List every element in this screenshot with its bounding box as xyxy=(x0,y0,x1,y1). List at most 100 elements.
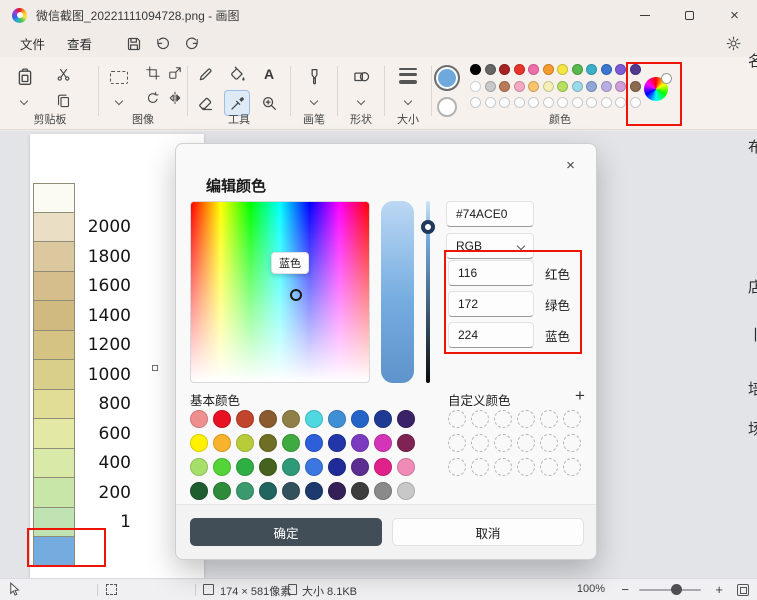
palette-color-swatch[interactable] xyxy=(542,64,554,75)
custom-color-empty-slot[interactable] xyxy=(540,410,558,428)
custom-color-empty-slot[interactable] xyxy=(494,458,512,476)
custom-color-empty-slot[interactable] xyxy=(471,410,489,428)
paste-button[interactable] xyxy=(10,62,40,92)
palette-empty-slot[interactable] xyxy=(484,97,496,108)
custom-color-empty-slot[interactable] xyxy=(563,410,581,428)
shapes-chevron-down-icon[interactable] xyxy=(356,96,366,106)
palette-color-swatch[interactable] xyxy=(513,80,525,92)
menu-file[interactable]: 文件 xyxy=(10,31,55,56)
brushes-button[interactable] xyxy=(301,63,327,89)
crop-button[interactable] xyxy=(143,63,163,83)
palette-empty-slot[interactable] xyxy=(499,97,510,108)
cancel-button[interactable]: 取消 xyxy=(392,518,584,546)
palette-empty-slot[interactable] xyxy=(586,97,597,108)
palette-color-swatch[interactable] xyxy=(615,80,626,92)
basic-color-swatch[interactable] xyxy=(374,410,392,428)
palette-color-swatch[interactable] xyxy=(571,64,583,75)
basic-color-swatch[interactable] xyxy=(397,482,415,500)
basic-color-swatch[interactable] xyxy=(236,458,254,476)
palette-color-swatch[interactable] xyxy=(528,64,539,75)
fit-to-window-button[interactable] xyxy=(737,584,749,596)
zoom-slider[interactable] xyxy=(639,584,701,595)
palette-empty-slot[interactable] xyxy=(571,97,583,108)
custom-color-empty-slot[interactable] xyxy=(517,410,535,428)
palette-color-swatch[interactable] xyxy=(586,64,597,75)
palette-color-swatch[interactable] xyxy=(600,64,612,75)
rotate-button[interactable] xyxy=(143,88,163,108)
palette-color-swatch[interactable] xyxy=(615,64,626,75)
custom-color-empty-slot[interactable] xyxy=(540,434,558,452)
hex-color-input[interactable]: #74ACE0 xyxy=(446,201,534,227)
zoom-in-button[interactable]: + xyxy=(715,582,723,597)
custom-color-empty-slot[interactable] xyxy=(563,434,581,452)
dialog-close-button[interactable]: × xyxy=(557,153,584,177)
basic-color-swatch[interactable] xyxy=(213,482,231,500)
basic-color-swatch[interactable] xyxy=(305,482,323,500)
select-chevron-down-icon[interactable] xyxy=(114,96,124,106)
basic-color-swatch[interactable] xyxy=(190,458,208,476)
palette-empty-slot[interactable] xyxy=(470,97,481,108)
basic-color-swatch[interactable] xyxy=(190,410,208,428)
hue-saturation-picker[interactable]: 蓝色 xyxy=(190,201,370,383)
save-button[interactable] xyxy=(120,32,147,55)
basic-color-swatch[interactable] xyxy=(236,410,254,428)
basic-color-swatch[interactable] xyxy=(236,434,254,452)
basic-color-swatch[interactable] xyxy=(259,434,277,452)
zoom-slider-handle[interactable] xyxy=(671,584,682,595)
basic-color-swatch[interactable] xyxy=(282,410,300,428)
basic-color-swatch[interactable] xyxy=(328,458,346,476)
basic-color-swatch[interactable] xyxy=(351,482,369,500)
palette-color-swatch[interactable] xyxy=(513,64,525,75)
palette-empty-slot[interactable] xyxy=(542,97,554,108)
basic-color-swatch[interactable] xyxy=(397,434,415,452)
foreground-color-swatch[interactable] xyxy=(434,65,460,91)
pencil-tool-button[interactable] xyxy=(192,61,218,87)
redo-button[interactable] xyxy=(178,32,205,55)
basic-color-swatch[interactable] xyxy=(190,482,208,500)
basic-color-swatch[interactable] xyxy=(374,482,392,500)
settings-button[interactable] xyxy=(720,32,747,55)
ok-button[interactable]: 确定 xyxy=(190,518,382,546)
zoom-out-button[interactable]: − xyxy=(621,582,629,597)
palette-color-swatch[interactable] xyxy=(470,80,481,92)
flip-button[interactable] xyxy=(165,88,185,108)
palette-empty-slot[interactable] xyxy=(615,97,626,108)
color-picker-ring[interactable] xyxy=(290,289,302,301)
basic-color-swatch[interactable] xyxy=(305,458,323,476)
basic-color-swatch[interactable] xyxy=(328,482,346,500)
basic-color-swatch[interactable] xyxy=(213,410,231,428)
basic-color-swatch[interactable] xyxy=(351,410,369,428)
basic-color-swatch[interactable] xyxy=(374,434,392,452)
cut-button[interactable] xyxy=(52,63,74,85)
palette-empty-slot[interactable] xyxy=(513,97,525,108)
shapes-button[interactable] xyxy=(348,63,374,89)
basic-color-swatch[interactable] xyxy=(259,410,277,428)
menu-view[interactable]: 查看 xyxy=(57,31,102,56)
paste-chevron-down-icon[interactable] xyxy=(19,96,29,106)
palette-color-swatch[interactable] xyxy=(470,64,481,75)
close-button[interactable]: × xyxy=(712,0,757,30)
palette-color-swatch[interactable] xyxy=(542,80,554,92)
basic-color-swatch[interactable] xyxy=(282,434,300,452)
palette-color-swatch[interactable] xyxy=(528,80,539,92)
canvas-resize-handle[interactable] xyxy=(152,365,158,371)
basic-color-swatch[interactable] xyxy=(397,410,415,428)
palette-empty-slot[interactable] xyxy=(600,97,612,108)
brightness-slider[interactable] xyxy=(421,201,435,383)
basic-color-swatch[interactable] xyxy=(236,482,254,500)
custom-color-empty-slot[interactable] xyxy=(563,458,581,476)
maximize-button[interactable] xyxy=(667,0,712,30)
minimize-button[interactable] xyxy=(622,0,667,30)
custom-color-empty-slot[interactable] xyxy=(494,410,512,428)
basic-color-swatch[interactable] xyxy=(259,482,277,500)
custom-color-empty-slot[interactable] xyxy=(448,410,466,428)
basic-color-swatch[interactable] xyxy=(351,434,369,452)
basic-color-swatch[interactable] xyxy=(374,458,392,476)
select-button[interactable] xyxy=(105,63,133,91)
palette-color-swatch[interactable] xyxy=(600,80,612,92)
basic-color-swatch[interactable] xyxy=(351,458,369,476)
basic-color-swatch[interactable] xyxy=(213,458,231,476)
palette-color-swatch[interactable] xyxy=(499,64,510,75)
palette-color-swatch[interactable] xyxy=(484,80,496,92)
custom-color-empty-slot[interactable] xyxy=(517,434,535,452)
